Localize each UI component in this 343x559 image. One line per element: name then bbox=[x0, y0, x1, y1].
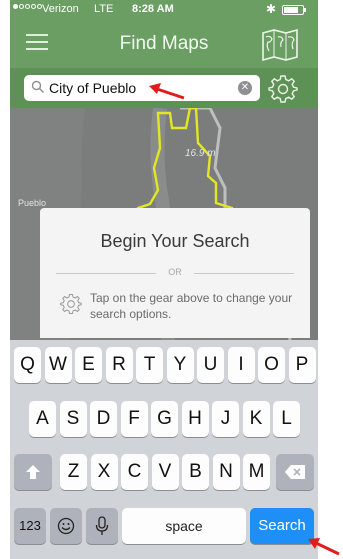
or-label: OR bbox=[168, 267, 182, 277]
bluetooth-icon: ✱ bbox=[266, 2, 277, 16]
key-k[interactable]: K bbox=[242, 401, 270, 437]
key-c[interactable]: C bbox=[121, 454, 148, 490]
key-h[interactable]: H bbox=[181, 401, 209, 437]
search-row: ✕ bbox=[10, 68, 318, 108]
microphone-icon bbox=[95, 516, 109, 535]
key-e[interactable]: E bbox=[75, 347, 102, 383]
battery-icon bbox=[282, 5, 306, 15]
phone-screen: Verizon LTE 8:28 AM ✱ Find Maps ✕ bbox=[10, 0, 318, 559]
begin-search-card: Begin Your Search OR Tap on the gear abo… bbox=[40, 208, 310, 338]
world-map-icon bbox=[262, 28, 298, 62]
space-key[interactable]: space bbox=[122, 508, 246, 544]
search-key[interactable]: Search bbox=[250, 508, 314, 544]
signal-icon bbox=[13, 4, 42, 9]
search-options-button[interactable] bbox=[268, 74, 298, 104]
key-t[interactable]: T bbox=[136, 347, 163, 383]
shift-icon bbox=[26, 465, 40, 479]
key-n[interactable]: N bbox=[212, 454, 240, 490]
key-g[interactable]: G bbox=[151, 401, 178, 437]
search-bar[interactable]: ✕ bbox=[24, 75, 260, 101]
backspace-icon bbox=[285, 465, 305, 479]
clear-icon[interactable]: ✕ bbox=[238, 81, 252, 95]
search-input[interactable] bbox=[49, 78, 229, 98]
carrier-label: Verizon bbox=[42, 3, 79, 15]
gear-icon bbox=[268, 75, 298, 103]
key-z[interactable]: Z bbox=[60, 454, 87, 490]
key-r[interactable]: R bbox=[105, 347, 133, 383]
key-l[interactable]: L bbox=[273, 401, 300, 437]
network-label: LTE bbox=[94, 3, 114, 15]
tip-text: Tap on the gear above to change your sea… bbox=[90, 291, 293, 321]
keyboard: QWERTYUIOP ASDFGHJKL ZXCVBNM 123 space S… bbox=[10, 340, 318, 559]
card-title: Begin Your Search bbox=[100, 231, 250, 251]
key-i[interactable]: I bbox=[227, 347, 255, 383]
key-m[interactable]: M bbox=[243, 454, 270, 490]
search-icon bbox=[31, 80, 44, 93]
key-y[interactable]: Y bbox=[166, 347, 194, 383]
status-time: 8:28 AM bbox=[132, 3, 174, 15]
dictation-key[interactable] bbox=[86, 508, 118, 544]
or-divider: OR bbox=[56, 267, 294, 279]
nav-bar: Verizon LTE 8:28 AM ✱ Find Maps bbox=[10, 0, 318, 68]
map-view-button[interactable] bbox=[260, 27, 300, 63]
key-s[interactable]: S bbox=[59, 401, 87, 437]
gear-icon bbox=[60, 293, 82, 315]
key-v[interactable]: V bbox=[151, 454, 179, 490]
backspace-key[interactable] bbox=[276, 454, 314, 490]
key-o[interactable]: O bbox=[258, 347, 285, 383]
key-u[interactable]: U bbox=[197, 347, 224, 383]
map-label-pueblo: Pueblo bbox=[18, 198, 47, 208]
key-j[interactable]: J bbox=[212, 401, 239, 437]
numbers-key[interactable]: 123 bbox=[14, 508, 46, 544]
key-x[interactable]: X bbox=[90, 454, 118, 490]
emoji-icon bbox=[57, 517, 75, 535]
key-f[interactable]: F bbox=[120, 401, 148, 437]
key-p[interactable]: P bbox=[288, 347, 316, 383]
key-a[interactable]: A bbox=[29, 401, 56, 437]
map-label-distance: 16.9 m bbox=[185, 148, 216, 159]
status-bar: Verizon LTE 8:28 AM ✱ bbox=[10, 0, 318, 20]
emoji-key[interactable] bbox=[50, 508, 82, 544]
key-w[interactable]: W bbox=[44, 347, 72, 383]
key-b[interactable]: B bbox=[182, 454, 209, 490]
key-d[interactable]: D bbox=[90, 401, 117, 437]
shift-key[interactable] bbox=[14, 454, 52, 490]
key-q[interactable]: Q bbox=[14, 347, 41, 383]
